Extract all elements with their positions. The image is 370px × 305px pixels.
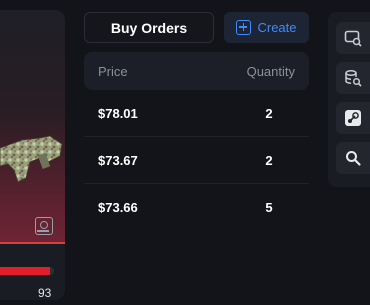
table-row[interactable]: $78.01 2 [84,90,309,137]
table-row[interactable]: $73.67 2 [84,137,309,184]
buy-orders-table: Price Quantity $78.01 2 $73.67 2 $73.66 … [84,52,309,231]
rifle-skin-image [0,135,63,183]
steam-button[interactable] [336,102,370,134]
table-row[interactable]: $73.66 5 [84,184,309,231]
steam-icon [345,110,361,126]
order-price: $73.67 [98,152,138,168]
create-button-label: Create [257,20,297,35]
plus-square-icon [236,20,252,35]
search-button[interactable] [336,142,370,174]
rarity-stripe [0,242,65,244]
create-button[interactable]: Create [224,12,309,43]
order-price: $78.01 [98,105,138,121]
wear-bar [0,267,54,275]
header-price: Price [98,63,128,79]
wear-bar-fill [0,267,51,275]
order-quantity: 5 [265,200,273,215]
inspect-icon[interactable] [35,217,53,235]
inspect-in-game-button[interactable] [336,22,370,54]
database-search-icon [345,70,362,87]
side-action-panel [328,12,370,187]
order-price: $73.66 [98,200,138,215]
item-artwork [0,10,65,242]
item-card[interactable]: 93 [0,10,65,300]
tab-buy-orders[interactable]: Buy Orders [84,12,214,43]
database-search-button[interactable] [336,62,370,94]
tab-buy-orders-label: Buy Orders [110,19,188,36]
order-quantity: 2 [265,105,273,121]
wear-value: 93 [38,286,52,300]
table-header: Price Quantity [84,52,309,90]
header-quantity: Quantity [246,63,295,79]
search-icon [346,151,361,166]
inspect-in-game-icon [344,30,362,47]
order-quantity: 2 [265,152,273,168]
